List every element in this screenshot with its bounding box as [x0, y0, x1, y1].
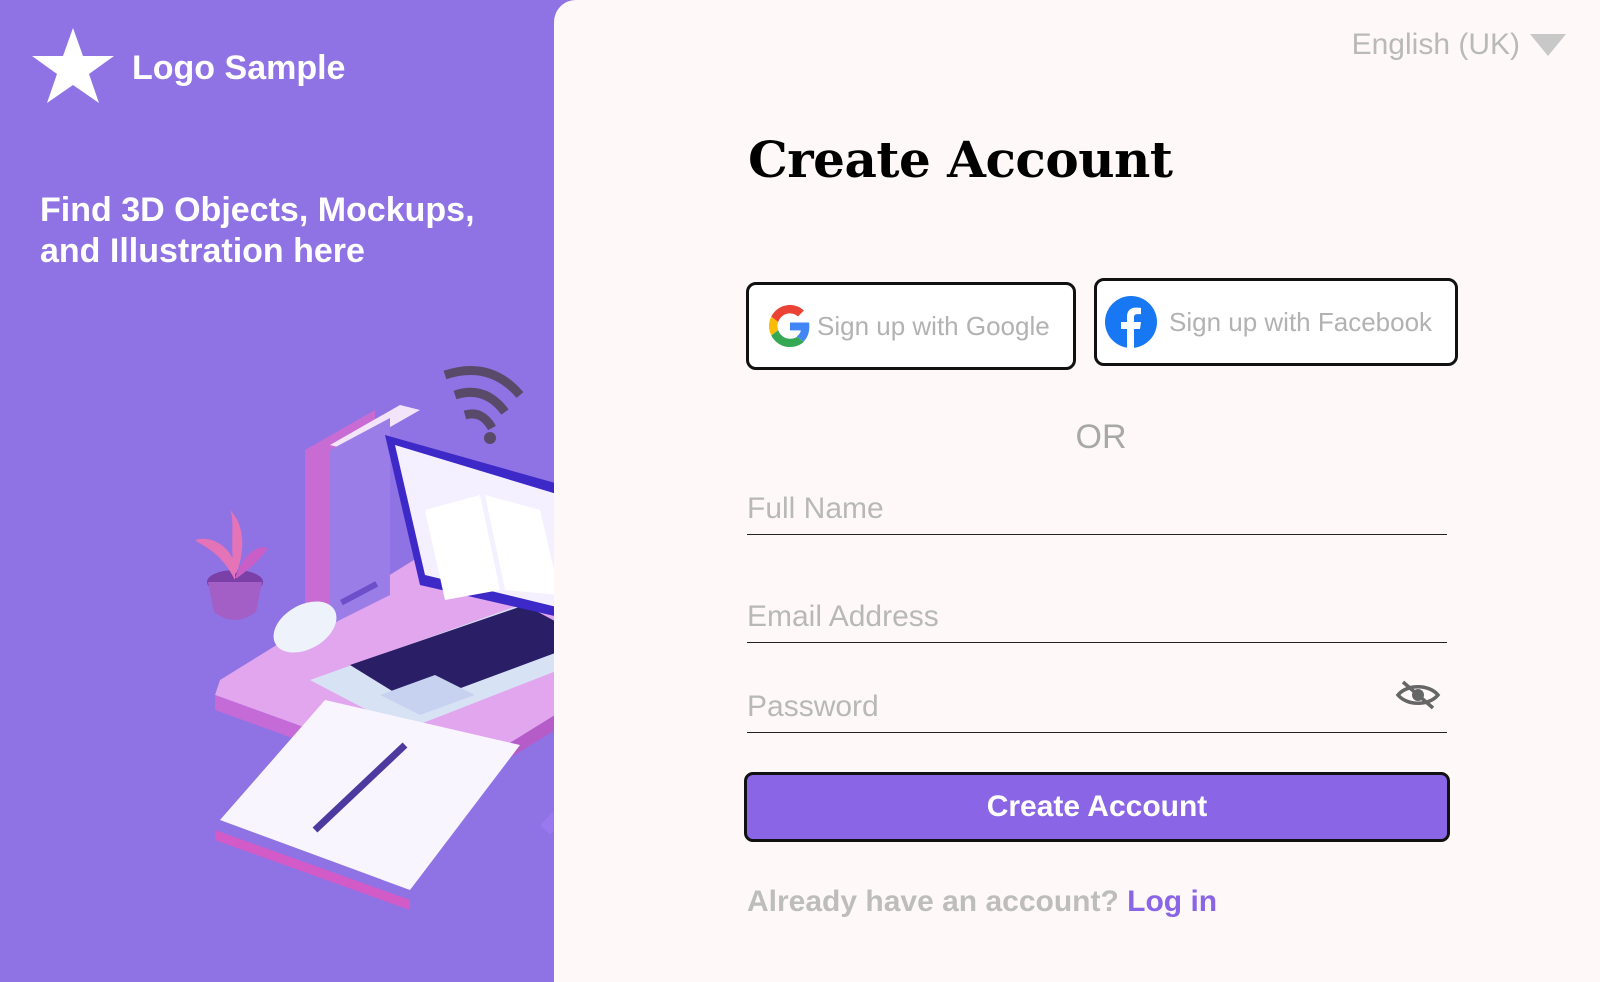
logo[interactable]: Logo Sample — [28, 26, 345, 106]
star-icon — [32, 28, 114, 103]
language-selector[interactable]: English (UK) — [1352, 28, 1566, 62]
email-input[interactable] — [747, 600, 1387, 642]
google-signup-label: Sign up with Google — [817, 310, 1050, 341]
login-prompt-row: Already have an account? Log in — [747, 885, 1217, 919]
logo-text: Logo Sample — [132, 48, 346, 87]
create-account-button[interactable]: Create Account — [744, 772, 1450, 842]
brand-panel: Logo Sample Find 3D Objects, Mockups, an… — [0, 0, 665, 982]
facebook-signup-button[interactable]: Sign up with Facebook — [1094, 278, 1458, 366]
login-prompt-text: Already have an account? — [747, 885, 1119, 918]
page-title: Create Account — [748, 130, 1173, 189]
password-field — [747, 680, 1447, 733]
password-input[interactable] — [747, 690, 1387, 732]
chevron-down-icon — [1530, 34, 1566, 56]
or-divider: OR — [1075, 418, 1127, 456]
full-name-field — [747, 492, 1447, 535]
email-field — [747, 600, 1447, 643]
eye-off-icon[interactable] — [1395, 678, 1441, 712]
facebook-icon — [1105, 296, 1157, 348]
signup-panel: English (UK) Create Account Sign up with… — [554, 0, 1600, 982]
login-link[interactable]: Log in — [1127, 885, 1217, 918]
tagline: Find 3D Objects, Mockups, and Illustrati… — [40, 191, 475, 270]
google-icon — [769, 305, 810, 347]
google-signup-button[interactable]: Sign up with Google — [746, 282, 1076, 370]
full-name-input[interactable] — [747, 492, 1387, 534]
facebook-signup-label: Sign up with Facebook — [1169, 306, 1433, 337]
language-label: English (UK) — [1351, 28, 1520, 61]
